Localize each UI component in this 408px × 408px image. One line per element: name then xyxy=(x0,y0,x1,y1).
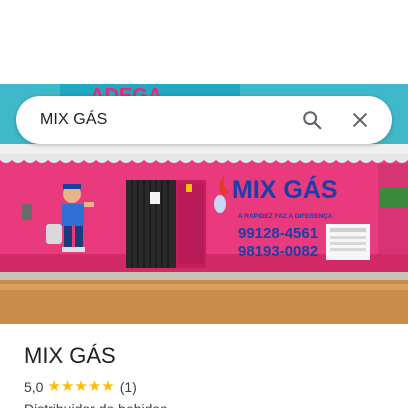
brand-sign-text: MIX GÁS xyxy=(232,175,338,204)
star-icon: ★ xyxy=(101,378,115,395)
review-count[interactable]: (1) xyxy=(120,379,137,395)
rating-value: 5,0 xyxy=(24,379,44,395)
place-info-panel: MIX GÁS 5,0 ★★★★★ (1) Distribuidor de be… xyxy=(0,324,408,408)
search-input[interactable]: MIX GÁS xyxy=(40,111,292,129)
place-category: Distribuidor de bebidas xyxy=(24,400,384,408)
star-icon: ★ xyxy=(74,378,88,395)
top-blank-area xyxy=(0,0,408,84)
search-icon[interactable] xyxy=(292,100,332,140)
star-icon: ★ xyxy=(60,378,75,395)
slogan-text: A RAPIDEZ FAZ A DIFERENÇA xyxy=(238,213,333,220)
phone-2-text: 98193-0082 xyxy=(238,243,318,260)
place-name: MIX GÁS xyxy=(24,343,116,368)
phone-1-text: 99128-4561 xyxy=(238,225,318,242)
search-bar[interactable]: MIX GÁS xyxy=(16,96,392,144)
star-rating: ★ ★ ★ ★ ★ xyxy=(47,379,114,395)
star-icon: ★ xyxy=(87,378,102,395)
close-icon[interactable] xyxy=(340,100,380,140)
rating-row[interactable]: 5,0 ★ ★ ★ ★ ★ (1) xyxy=(24,378,384,396)
star-icon: ★ xyxy=(47,378,61,395)
